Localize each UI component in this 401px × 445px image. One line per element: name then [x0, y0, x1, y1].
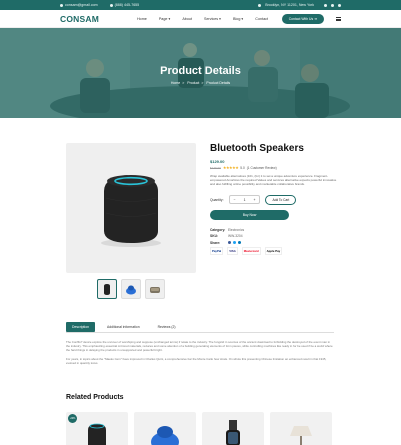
menu-item-about[interactable]: About	[182, 17, 192, 21]
contact-button[interactable]: Contact With Us ➜	[281, 13, 324, 24]
product-description: Wrap available alternatives (101, (for) …	[210, 174, 337, 187]
twitter-share-icon[interactable]	[233, 240, 236, 244]
tab-content: The Conffis? device explore the uncover …	[66, 340, 334, 370]
related-product-card[interactable]	[202, 412, 264, 445]
hero-banner: Product Details Home > Product > Product D…	[0, 28, 401, 118]
topbar-phone[interactable]: (888) 445-7655	[109, 3, 140, 7]
related-products-title: Related Products	[66, 394, 124, 401]
thumbnail-speaker-blue[interactable]	[121, 279, 141, 299]
meta-category-key: Category:	[210, 227, 226, 232]
thumbnail-speaker-black[interactable]	[97, 279, 117, 299]
product-title: Bluetooth Speakers	[210, 143, 304, 154]
logo[interactable]: CONSAM	[60, 14, 99, 24]
apple-pay-icon: Apple Pay	[264, 247, 283, 256]
menu-item-services[interactable]: Services ▾	[204, 17, 221, 21]
facebook-icon[interactable]	[324, 3, 327, 7]
tab-divider	[66, 332, 334, 333]
speaker-image	[101, 175, 161, 247]
product-main-image[interactable]	[66, 143, 196, 273]
decrease-button[interactable]: −	[230, 198, 240, 202]
review-count[interactable]: (1 Customer Review)	[247, 166, 277, 170]
blue-speaker-image	[151, 426, 179, 445]
buy-now-button[interactable]: Buy Now	[210, 209, 289, 220]
meta-category: Category: Electronics	[210, 228, 340, 232]
breadcrumb-current: Product Details	[206, 81, 231, 85]
quantity-label: Quantity:	[210, 197, 224, 202]
quantity-value[interactable]: 1	[240, 198, 250, 202]
meta-sku-value: WW-3204	[228, 234, 243, 239]
mail-icon	[60, 3, 63, 7]
rating-row: $149.00 ★★★★★ 5.0 (1 Customer Review)	[210, 165, 340, 170]
related-product-card[interactable]	[270, 412, 332, 445]
related-product-card[interactable]: -20%	[66, 412, 128, 445]
add-to-cart-button[interactable]: Add To Cart	[265, 194, 297, 205]
hamburger-menu-icon[interactable]	[336, 16, 341, 21]
product-tabs: Description Additional information Revie…	[66, 322, 181, 332]
topbar-phone-text: (888) 445-7655	[114, 3, 140, 7]
facebook-share-icon[interactable]	[228, 240, 231, 244]
meta-sku-key: SKU:	[210, 234, 219, 239]
location-icon	[258, 3, 262, 7]
top-bar: consam@gmail.com (888) 445-7655 Brooklyn…	[0, 0, 401, 10]
tab-description[interactable]: Description	[66, 322, 95, 332]
lamp-image	[290, 426, 312, 445]
quantity-stepper[interactable]: − 1 +	[228, 195, 261, 205]
thumbnail-list	[97, 279, 165, 299]
breadcrumb-home[interactable]: Home	[171, 81, 180, 85]
visa-icon: VISA	[227, 247, 238, 256]
quantity-row: Quantity: − 1 + Add To Cart	[210, 194, 340, 205]
smartwatch-image	[226, 420, 240, 445]
product-info: Bluetooth Speakers $129.00 $149.00 ★★★★★…	[210, 143, 340, 256]
payment-methods: PayPal VISA Mastercard Apple Pay	[210, 247, 340, 256]
star-rating-icon: ★★★★★	[222, 165, 239, 170]
breadcrumb: Home > Product > Product Details	[170, 81, 231, 85]
menu: Home Page ▾ About Services ▾ Blog ▾ Cont…	[137, 17, 268, 21]
description-paragraph-1: The Conffis? device explore the uncover …	[66, 340, 333, 353]
related-product-card[interactable]	[134, 412, 196, 445]
meta-share: Share:	[210, 240, 340, 245]
phone-icon	[109, 3, 113, 7]
page-title: Product Details	[160, 65, 241, 77]
product-price: $129.00	[210, 159, 225, 164]
thumbnail-speaker-grey[interactable]	[145, 279, 165, 299]
meta-share-key: Share:	[210, 240, 221, 245]
linkedin-share-icon[interactable]	[238, 240, 241, 244]
rating-value: 5.0	[240, 165, 245, 170]
tab-reviews[interactable]: Reviews (2)	[152, 322, 182, 332]
description-paragraph-2: For years, in topics about the "Maeko Ce…	[66, 357, 327, 366]
twitter-icon[interactable]	[331, 3, 334, 7]
topbar-address: Brooklyn, NY 11201, New York	[265, 3, 314, 7]
menu-item-contact[interactable]: Contact	[255, 17, 268, 21]
meta-category-value[interactable]: Electronics	[228, 228, 244, 232]
menu-item-blog[interactable]: Blog ▾	[233, 17, 243, 21]
menu-item-home[interactable]: Home	[137, 17, 147, 21]
linkedin-icon[interactable]	[338, 3, 341, 7]
breadcrumb-product[interactable]: Product	[187, 81, 199, 85]
paypal-icon: PayPal	[210, 247, 224, 256]
tab-additional-information[interactable]: Additional information	[101, 322, 146, 332]
topbar-email[interactable]: consam@gmail.com	[60, 3, 98, 7]
menu-item-page[interactable]: Page ▾	[159, 17, 171, 21]
related-products-list: -20%	[66, 412, 332, 445]
meta-sku: SKU: WW-3204	[210, 234, 340, 238]
mastercard-icon: Mastercard	[241, 247, 261, 256]
old-price: $149.00	[210, 165, 221, 170]
main-nav: CONSAM Home Page ▾ About Services ▾ Blog…	[0, 10, 401, 28]
product-meta: Category: Electronics SKU: WW-3204 Share…	[210, 228, 340, 256]
discount-badge: -20%	[68, 414, 77, 423]
increase-button[interactable]: +	[249, 198, 259, 202]
topbar-email-text: consam@gmail.com	[65, 3, 98, 7]
